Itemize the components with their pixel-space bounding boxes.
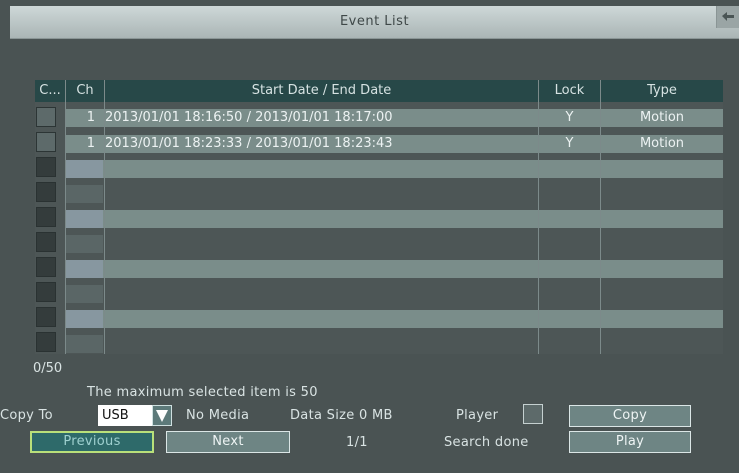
player-label: Player <box>456 408 499 423</box>
row-checkbox[interactable] <box>36 257 56 277</box>
row-checkbox[interactable] <box>36 132 56 152</box>
table-row-empty <box>65 160 723 178</box>
row-checkbox[interactable] <box>36 157 56 177</box>
cell-dates: 2013/01/01 18:16:50 / 2013/01/01 18:17:0… <box>105 110 393 125</box>
dropdown-arrow-icon[interactable] <box>152 405 172 426</box>
cell-channel-empty <box>65 335 103 353</box>
cell-dates: 2013/01/01 18:23:33 / 2013/01/01 18:23:4… <box>105 136 393 151</box>
row-checkbox[interactable] <box>36 107 56 127</box>
header-dates[interactable]: Start Date / End Date <box>105 80 538 102</box>
window-title: Event List <box>339 14 410 29</box>
column-divider <box>65 80 66 354</box>
cell-channel-empty <box>65 210 103 228</box>
table-row-empty <box>65 310 723 328</box>
row-checkbox[interactable] <box>36 332 56 352</box>
next-button[interactable]: Next <box>166 431 290 453</box>
column-divider <box>600 80 601 354</box>
table-row-empty <box>65 235 723 253</box>
cell-lock: Y <box>565 136 574 151</box>
data-size: Data Size 0 MB <box>290 408 393 423</box>
play-button[interactable]: Play <box>569 431 691 453</box>
player-checkbox[interactable] <box>523 404 543 424</box>
cell-channel-empty <box>65 160 103 178</box>
event-table: C... Ch Start Date / End Date Lock Type … <box>35 80 723 354</box>
table-row[interactable]: 1 2013/01/01 18:23:33 / 2013/01/01 18:23… <box>65 135 723 153</box>
header-type[interactable]: Type <box>601 80 723 102</box>
back-button[interactable] <box>716 6 739 28</box>
search-status: Search done <box>444 435 529 450</box>
copy-target-select[interactable]: USB <box>98 405 172 426</box>
row-checkbox[interactable] <box>36 182 56 202</box>
row-checkbox[interactable] <box>36 282 56 302</box>
copy-button[interactable]: Copy <box>569 405 691 427</box>
table-row-empty <box>65 285 723 303</box>
selected-count: 0/50 <box>33 361 63 376</box>
cell-type: Motion <box>639 136 685 151</box>
table-row-empty <box>65 185 723 203</box>
row-checkbox[interactable] <box>36 232 56 252</box>
cell-channel-empty <box>65 260 103 278</box>
cell-channel-empty <box>65 235 103 253</box>
table-row-empty <box>65 260 723 278</box>
copy-to-label: Copy To <box>0 408 53 423</box>
cell-lock: Y <box>565 110 574 125</box>
cell-channel: 1 <box>86 136 95 151</box>
column-divider <box>538 80 539 354</box>
column-divider <box>104 80 105 354</box>
row-checkbox[interactable] <box>36 307 56 327</box>
table-row-empty <box>65 210 723 228</box>
max-selection-text: The maximum selected item is 50 <box>87 385 318 400</box>
copy-target-value: USB <box>98 405 152 426</box>
header-channel[interactable]: Ch <box>66 80 104 102</box>
table-row-empty <box>65 335 723 353</box>
table-row[interactable]: 1 2013/01/01 18:16:50 / 2013/01/01 18:17… <box>65 109 723 127</box>
header-lock[interactable]: Lock <box>539 80 600 102</box>
header-check[interactable]: C... <box>35 80 65 102</box>
cell-channel-empty <box>65 185 103 203</box>
back-arrow-icon <box>722 12 734 21</box>
media-status: No Media <box>186 408 250 423</box>
page-indicator: 1/1 <box>346 435 368 450</box>
cell-type: Motion <box>639 110 685 125</box>
cell-channel-empty <box>65 310 103 328</box>
title-bar: Event List <box>10 6 739 39</box>
cell-channel-empty <box>65 285 103 303</box>
row-checkbox[interactable] <box>36 207 56 227</box>
previous-button[interactable]: Previous <box>30 431 154 453</box>
cell-channel: 1 <box>86 110 95 125</box>
